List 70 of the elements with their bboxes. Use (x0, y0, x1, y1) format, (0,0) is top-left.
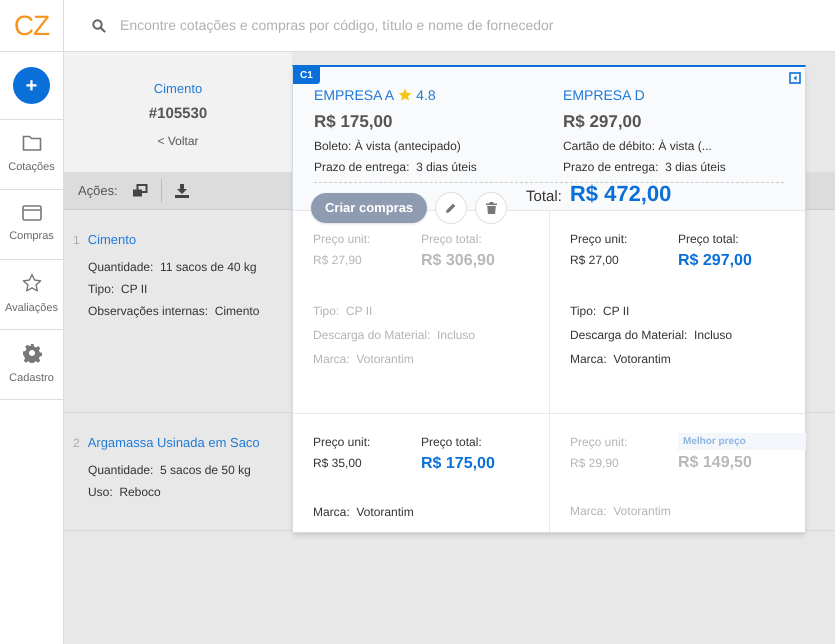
trash-icon (486, 202, 497, 214)
star-icon (22, 272, 42, 293)
payment-terms: Boleto: À vista (antecipado) (314, 138, 462, 154)
item-detail: Observações internas: Cimento (88, 302, 260, 320)
nav-item[interactable]: Compras (9, 228, 54, 244)
item-name[interactable]: Argamassa Usinada em Saco (88, 433, 260, 452)
collapse-icon[interactable] (789, 72, 801, 84)
total-price-label: Preço total: (421, 434, 483, 451)
supplier-price: R$ 175,00 (314, 111, 394, 133)
supplier-name[interactable]: EMPRESA A (314, 84, 394, 106)
card-tag: C1 (293, 67, 320, 84)
item-number: 2 (73, 435, 80, 452)
offer-detail: Marca: Votorantim (570, 503, 671, 520)
gear-icon (22, 342, 42, 363)
supplier-name[interactable]: EMPRESA D (563, 84, 645, 106)
item-detail: Quantidade: 5 sacos de 50 kg (88, 462, 251, 478)
item-number: 1 (73, 232, 80, 249)
duplicate-icon[interactable] (132, 184, 148, 198)
item-name[interactable]: Cimento (88, 230, 136, 250)
unit-price-label: Preço unit: (313, 231, 370, 248)
new-button[interactable]: + (13, 67, 50, 104)
offer-detail: Marca: Votorantim (313, 504, 414, 521)
unit-price-label: Preço unit: (313, 434, 370, 451)
nav-item[interactable]: Avaliações (5, 300, 58, 316)
back-link[interactable]: < Voltar (157, 132, 199, 150)
download-icon[interactable] (174, 184, 189, 198)
total-label: Total: (526, 187, 562, 207)
create-purchases-button[interactable]: Criar compras (311, 193, 428, 223)
offer-detail: Descarga do Material: Incluso (313, 327, 476, 344)
total-price: R$ 297,00 (678, 251, 752, 271)
delete-button[interactable] (475, 192, 508, 224)
quote-number: #105530 (148, 104, 208, 124)
search-bar[interactable]: Encontre cotações e compras por código, título e nome de fornecedor (64, 0, 835, 52)
total-price: R$ 306,90 (421, 251, 495, 271)
offer-detail: Tipo: CP II (570, 303, 630, 320)
quote-title: Cimento (154, 80, 202, 98)
item-detail: Tipo: CP II (88, 280, 148, 298)
supplier-rating: 4.8 (416, 86, 436, 104)
folder-icon (22, 134, 42, 152)
best-price-badge: Melhor preço (678, 433, 806, 450)
unit-price: R$ 29,90 (570, 455, 619, 472)
unit-price: R$ 27,00 (570, 252, 619, 269)
search-icon (92, 18, 106, 32)
supplier-price: R$ 297,00 (563, 111, 642, 133)
offer-detail: Tipo: CP II (313, 303, 372, 320)
item-detail: Quantidade: 11 sacos de 40 kg (88, 258, 257, 276)
total-price: R$ 175,00 (421, 454, 495, 474)
total-price: R$ 149,50 (678, 453, 752, 473)
search-field[interactable]: Encontre cotações e compras por código, título e nome de fornecedor (120, 15, 835, 36)
delivery-terms: Prazo de entrega: 3 dias úteis (563, 158, 727, 176)
offer-detail: Marca: Votorantim (570, 351, 671, 368)
total-amount: R$ 472,00 (570, 180, 672, 208)
star-icon (398, 88, 412, 102)
actions-label: Ações: (78, 182, 118, 200)
offer-detail: Marca: Votorantim (313, 351, 414, 368)
unit-price: R$ 35,00 (313, 455, 362, 472)
nav-item[interactable]: Cotações (8, 158, 55, 176)
edit-button[interactable] (435, 192, 468, 224)
unit-price: R$ 27,90 (313, 252, 362, 269)
payment-terms: Cartão de débito: À vista (... (563, 138, 713, 154)
unit-price-label: Preço unit: (570, 434, 628, 451)
pencil-icon (445, 202, 458, 214)
unit-price-label: Preço unit: (570, 231, 628, 248)
card-icon (22, 204, 42, 221)
total-price-label: Preço total: (678, 231, 740, 248)
delivery-terms: Prazo de entrega: 3 dias úteis (314, 158, 478, 176)
total-price-label: Preço total: (421, 231, 483, 248)
item-detail: Uso: Reboco (88, 484, 161, 500)
nav-item[interactable]: Cadastro (9, 370, 54, 386)
offer-detail: Descarga do Material: Incluso (570, 327, 732, 344)
